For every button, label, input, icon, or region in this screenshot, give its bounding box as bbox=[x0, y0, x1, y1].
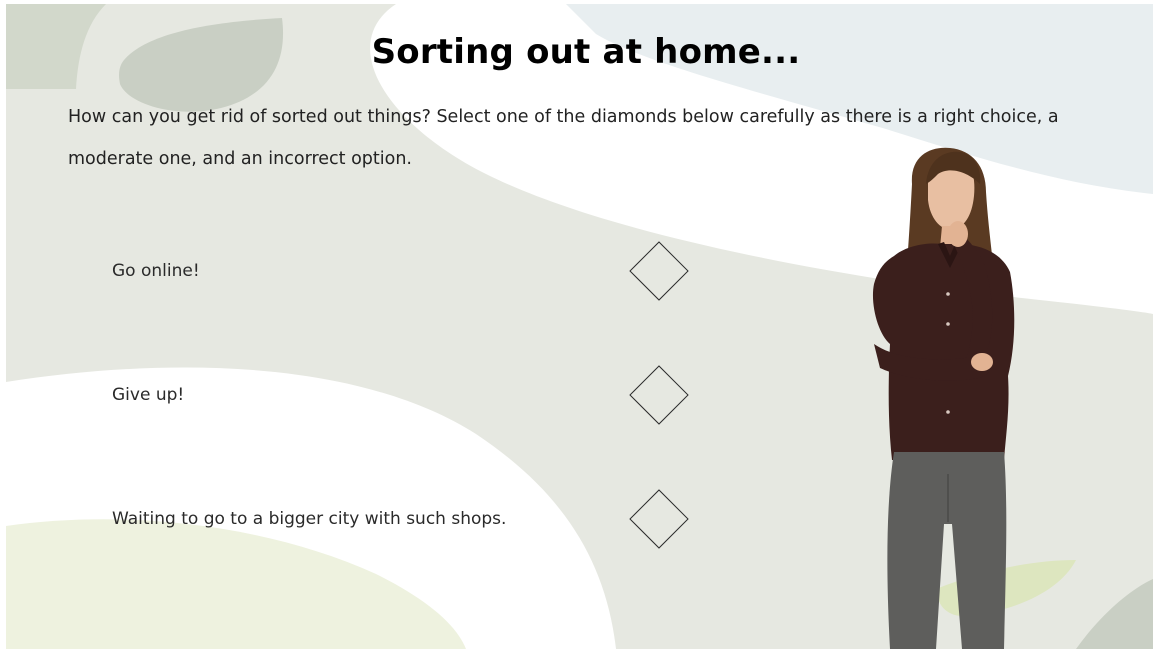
character-button bbox=[946, 292, 950, 296]
diamond-icon[interactable] bbox=[629, 241, 689, 301]
character-hand bbox=[948, 221, 968, 247]
option-go-online[interactable]: Go online! bbox=[6, 236, 726, 306]
character-button bbox=[946, 322, 950, 326]
slide-title: Sorting out at home... bbox=[371, 32, 801, 72]
character-trousers bbox=[887, 452, 1007, 649]
diamond-icon[interactable] bbox=[629, 365, 689, 425]
character-hand-elbow bbox=[971, 353, 993, 371]
diamond-icon[interactable] bbox=[629, 489, 689, 549]
character-shirt bbox=[872, 243, 1015, 460]
option-give-up[interactable]: Give up! bbox=[6, 360, 726, 430]
option-label: Go online! bbox=[112, 261, 200, 281]
thinking-woman-character bbox=[872, 147, 1015, 649]
option-label: Waiting to go to a bigger city with such… bbox=[112, 509, 507, 529]
option-bigger-city[interactable]: Waiting to go to a bigger city with such… bbox=[6, 484, 726, 554]
option-label: Give up! bbox=[112, 385, 185, 405]
slide: Sorting out at home... How can you get r… bbox=[6, 4, 1153, 649]
character-button bbox=[946, 410, 950, 414]
